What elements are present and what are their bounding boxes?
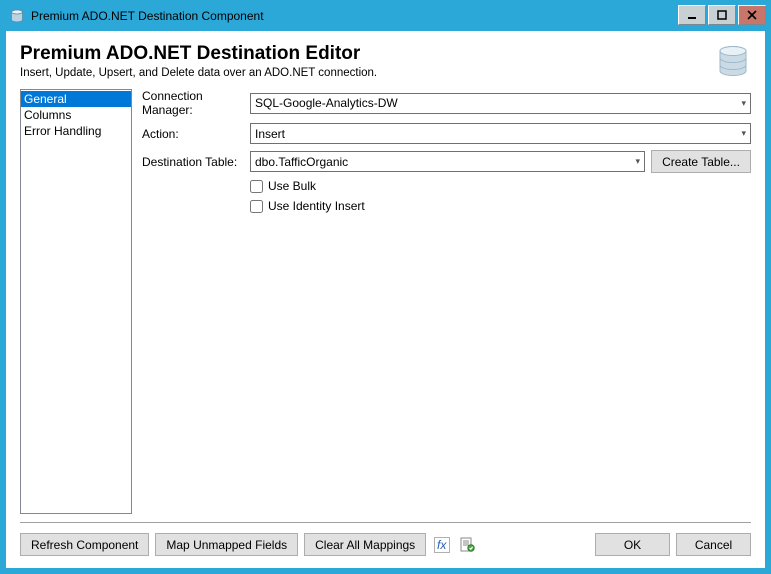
use-bulk-checkbox[interactable] xyxy=(250,180,263,193)
destination-table-value: dbo.TafficOrganic xyxy=(255,155,348,169)
nav-label: Columns xyxy=(24,108,71,122)
action-value: Insert xyxy=(255,127,285,141)
nav-label: General xyxy=(24,92,67,106)
action-label: Action: xyxy=(142,127,250,141)
properties-icon[interactable] xyxy=(458,535,478,555)
window-title: Premium ADO.NET Destination Component xyxy=(31,9,676,23)
expression-fx-icon[interactable]: fx xyxy=(432,535,452,555)
maximize-button[interactable] xyxy=(708,5,736,25)
connection-manager-select[interactable]: SQL-Google-Analytics-DW ▾ xyxy=(250,93,751,114)
use-identity-insert-label: Use Identity Insert xyxy=(268,199,365,213)
action-select[interactable]: Insert ▾ xyxy=(250,123,751,144)
ok-button[interactable]: OK xyxy=(595,533,670,556)
nav-label: Error Handling xyxy=(24,124,101,138)
nav-item-general[interactable]: General xyxy=(21,91,131,107)
database-icon xyxy=(9,8,25,24)
clear-all-mappings-button[interactable]: Clear All Mappings xyxy=(304,533,426,556)
page-title: Premium ADO.NET Destination Editor xyxy=(20,43,705,65)
titlebar[interactable]: Premium ADO.NET Destination Component xyxy=(1,1,770,31)
chevron-down-icon: ▾ xyxy=(741,98,746,109)
footer-bar: Refresh Component Map Unmapped Fields Cl… xyxy=(20,522,751,568)
refresh-component-button[interactable]: Refresh Component xyxy=(20,533,149,556)
nav-item-error-handling[interactable]: Error Handling xyxy=(21,123,131,139)
database-large-icon xyxy=(715,43,751,79)
destination-table-label: Destination Table: xyxy=(142,155,250,169)
general-form: Connection Manager: SQL-Google-Analytics… xyxy=(142,89,751,514)
use-bulk-label: Use Bulk xyxy=(268,179,316,193)
cancel-button[interactable]: Cancel xyxy=(676,533,751,556)
page-subtitle: Insert, Update, Upsert, and Delete data … xyxy=(20,67,705,79)
section-nav: General Columns Error Handling xyxy=(20,89,132,514)
create-table-button[interactable]: Create Table... xyxy=(651,150,751,173)
close-button[interactable] xyxy=(738,5,766,25)
editor-header: Premium ADO.NET Destination Editor Inser… xyxy=(6,31,765,89)
window-controls xyxy=(676,5,766,27)
window-frame: Premium ADO.NET Destination Component Pr… xyxy=(0,0,771,574)
connection-manager-value: SQL-Google-Analytics-DW xyxy=(255,96,398,110)
map-unmapped-fields-button[interactable]: Map Unmapped Fields xyxy=(155,533,298,556)
connection-manager-label: Connection Manager: xyxy=(142,89,250,117)
minimize-button[interactable] xyxy=(678,5,706,25)
use-identity-insert-checkbox[interactable] xyxy=(250,200,263,213)
nav-item-columns[interactable]: Columns xyxy=(21,107,131,123)
chevron-down-icon: ▾ xyxy=(635,156,640,167)
destination-table-select[interactable]: dbo.TafficOrganic ▾ xyxy=(250,151,645,172)
client-area: Premium ADO.NET Destination Editor Inser… xyxy=(1,31,770,573)
svg-text:fx: fx xyxy=(437,538,447,552)
chevron-down-icon: ▾ xyxy=(741,128,746,139)
